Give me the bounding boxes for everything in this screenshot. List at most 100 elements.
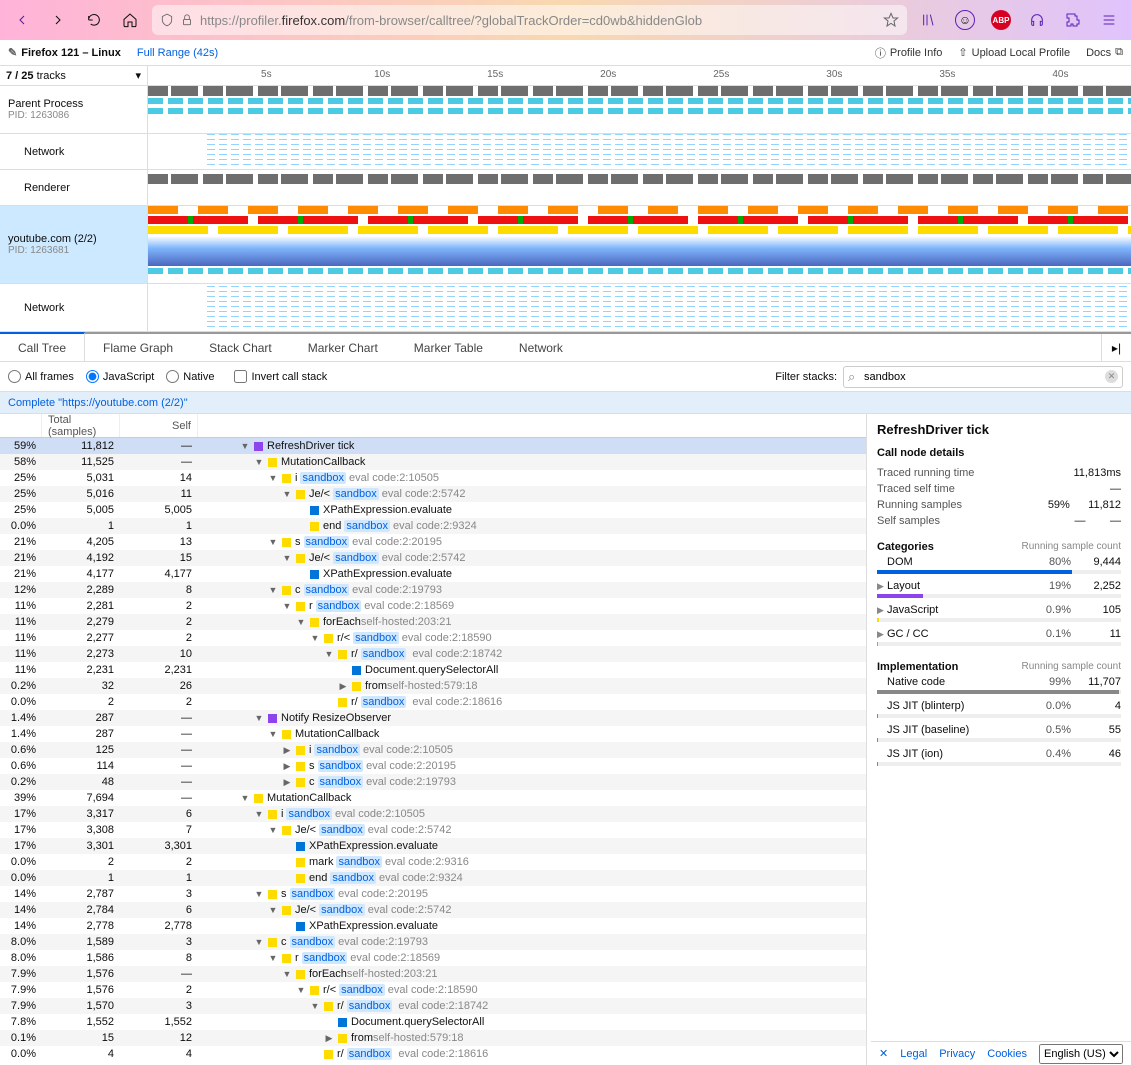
calltree-row[interactable]: 0.2%3226▶from self-hosted:579:18: [0, 678, 866, 694]
calltree-row[interactable]: 39%7,694—▼MutationCallback: [0, 790, 866, 806]
external-link-icon: ⧉: [1115, 46, 1123, 59]
calltree-row[interactable]: 0.1%1512▶from self-hosted:579:18: [0, 1030, 866, 1046]
calltree-row[interactable]: 11%2,2312,231Document.querySelectorAll: [0, 662, 866, 678]
menu-icon[interactable]: [1095, 6, 1123, 34]
library-icon[interactable]: [915, 6, 943, 34]
home-button[interactable]: [116, 6, 144, 34]
track-row[interactable]: Network: [0, 284, 1131, 332]
sidebar-toggle[interactable]: ▸|: [1101, 334, 1131, 361]
url-bar[interactable]: https://profiler.firefox.com/from-browse…: [152, 5, 907, 35]
calltree-row[interactable]: 21%4,20513▼ssandbox eval code:2:20195: [0, 534, 866, 550]
check-invert[interactable]: Invert call stack: [234, 370, 327, 383]
track-viz[interactable]: [148, 284, 1131, 331]
back-button[interactable]: [8, 6, 36, 34]
tab-marker-table[interactable]: Marker Table: [396, 334, 501, 361]
calltree-row[interactable]: 17%3,3087▼Je/<sandbox eval code:2:5742: [0, 822, 866, 838]
track-label[interactable]: Parent ProcessPID: 1263086: [0, 86, 148, 133]
tab-network[interactable]: Network: [501, 334, 581, 361]
upload-button[interactable]: ⇧Upload Local Profile: [958, 46, 1070, 59]
calltree-row[interactable]: 0.2%48—▶csandbox eval code:2:19793: [0, 774, 866, 790]
col-total[interactable]: Total (samples): [42, 414, 120, 437]
calltree-row[interactable]: 0.0%22r/sandbox eval code:2:18616: [0, 694, 866, 710]
calltree-row[interactable]: 11%2,27310▼r/sandbox eval code:2:18742: [0, 646, 866, 662]
calltree-row[interactable]: 14%2,7873▼ssandbox eval code:2:20195: [0, 886, 866, 902]
headphones-icon[interactable]: [1023, 6, 1051, 34]
category-row[interactable]: DOM80%9,444: [877, 553, 1121, 577]
time-axis[interactable]: 5s10s15s20s25s30s35s40s: [148, 66, 1131, 85]
radio-javascript[interactable]: JavaScript: [86, 370, 154, 383]
track-label[interactable]: Renderer: [0, 170, 148, 205]
calltree-row[interactable]: 7.9%1,576—▼forEach self-hosted:203:21: [0, 966, 866, 982]
calltree-row[interactable]: 25%5,01611▼Je/<sandbox eval code:2:5742: [0, 486, 866, 502]
track-row[interactable]: Renderer: [0, 170, 1131, 206]
calltree-row[interactable]: 0.6%125—▶isandbox eval code:2:10505: [0, 742, 866, 758]
lang-select[interactable]: English (US): [1039, 1044, 1123, 1064]
track-label[interactable]: youtube.com (2/2)PID: 1263681: [0, 206, 148, 283]
calltree-row[interactable]: 11%2,2772▼r/<sandbox eval code:2:18590: [0, 630, 866, 646]
calltree-row[interactable]: 25%5,0055,005XPathExpression.evaluate: [0, 502, 866, 518]
forward-button[interactable]: [44, 6, 72, 34]
star-icon[interactable]: [883, 12, 899, 28]
track-viz[interactable]: [148, 86, 1131, 133]
calltree-row[interactable]: 1.4%287—▼MutationCallback: [0, 726, 866, 742]
category-row[interactable]: ▶GC / CC0.1%11: [877, 625, 1121, 649]
calltree-row[interactable]: 8.0%1,5893▼csandbox eval code:2:19793: [0, 934, 866, 950]
complete-bar[interactable]: Complete "https://youtube.com (2/2)": [0, 392, 1131, 414]
calltree-row[interactable]: 7.9%1,5703▼r/sandbox eval code:2:18742: [0, 998, 866, 1014]
reload-button[interactable]: [80, 6, 108, 34]
calltree-body[interactable]: 59%11,812—▼RefreshDriver tick58%11,525—▼…: [0, 438, 866, 1065]
cookies-link[interactable]: Cookies: [987, 1048, 1027, 1060]
calltree-row[interactable]: 0.0%11endsandbox eval code:2:9324: [0, 518, 866, 534]
calltree-row[interactable]: 7.8%1,5521,552Document.querySelectorAll: [0, 1014, 866, 1030]
tab-stack-chart[interactable]: Stack Chart: [191, 334, 290, 361]
calltree-row[interactable]: 17%3,3176▼isandbox eval code:2:10505: [0, 806, 866, 822]
profile-info-button[interactable]: ⓘProfile Info: [875, 45, 943, 61]
radio-all-frames[interactable]: All frames: [8, 370, 74, 383]
calltree-header: Total (samples) Self: [0, 414, 866, 438]
abp-icon[interactable]: ABP: [987, 6, 1015, 34]
calltree-row[interactable]: 21%4,1774,177XPathExpression.evaluate: [0, 566, 866, 582]
col-self[interactable]: Self: [120, 414, 198, 437]
range-link[interactable]: Full Range (42s): [137, 47, 218, 59]
category-row[interactable]: ▶JavaScript0.9%105: [877, 601, 1121, 625]
calltree-row[interactable]: 14%2,7782,778XPathExpression.evaluate: [0, 918, 866, 934]
category-row[interactable]: ▶Layout19%2,252: [877, 577, 1121, 601]
calltree-row[interactable]: 11%2,2812▼rsandbox eval code:2:18569: [0, 598, 866, 614]
track-row[interactable]: Parent ProcessPID: 1263086: [0, 86, 1131, 134]
track-row[interactable]: Network: [0, 134, 1131, 170]
filter-input[interactable]: [843, 366, 1123, 388]
track-label[interactable]: Network: [0, 134, 148, 169]
footer-close[interactable]: ✕: [879, 1047, 888, 1060]
calltree-row[interactable]: 0.0%44r/sandbox eval code:2:18616: [0, 1046, 866, 1062]
calltree-row[interactable]: 58%11,525—▼MutationCallback: [0, 454, 866, 470]
calltree-row[interactable]: 0.6%114—▶ssandbox eval code:2:20195: [0, 758, 866, 774]
privacy-link[interactable]: Privacy: [939, 1048, 975, 1060]
calltree-row[interactable]: 7.9%1,5762▼r/<sandbox eval code:2:18590: [0, 982, 866, 998]
track-viz[interactable]: [148, 134, 1131, 169]
calltree-row[interactable]: 25%5,03114▼isandbox eval code:2:10505: [0, 470, 866, 486]
pencil-icon[interactable]: ✎: [8, 46, 17, 59]
tab-flame-graph[interactable]: Flame Graph: [85, 334, 191, 361]
calltree-row[interactable]: 0.0%11endsandbox eval code:2:9324: [0, 870, 866, 886]
track-row[interactable]: youtube.com (2/2)PID: 1263681: [0, 206, 1131, 284]
track-viz[interactable]: [148, 170, 1131, 205]
radio-native[interactable]: Native: [166, 370, 214, 383]
tab-call-tree[interactable]: Call Tree: [0, 332, 85, 361]
calltree-row[interactable]: 1.4%287—▼Notify ResizeObserver: [0, 710, 866, 726]
account-icon[interactable]: ☺: [951, 6, 979, 34]
tab-marker-chart[interactable]: Marker Chart: [290, 334, 396, 361]
calltree-row[interactable]: 17%3,3013,301XPathExpression.evaluate: [0, 838, 866, 854]
tracks-select[interactable]: 7 / 25 tracks▾: [0, 66, 148, 85]
track-viz[interactable]: [148, 206, 1131, 283]
legal-link[interactable]: Legal: [900, 1048, 927, 1060]
extensions-icon[interactable]: [1059, 6, 1087, 34]
calltree-row[interactable]: 8.0%1,5868▼rsandbox eval code:2:18569: [0, 950, 866, 966]
calltree-row[interactable]: 21%4,19215▼Je/<sandbox eval code:2:5742: [0, 550, 866, 566]
calltree-row[interactable]: 11%2,2792▼forEach self-hosted:203:21: [0, 614, 866, 630]
calltree-row[interactable]: 12%2,2898▼csandbox eval code:2:19793: [0, 582, 866, 598]
calltree-row[interactable]: 0.0%22marksandbox eval code:2:9316: [0, 854, 866, 870]
calltree-row[interactable]: 59%11,812—▼RefreshDriver tick: [0, 438, 866, 454]
calltree-row[interactable]: 14%2,7846▼Je/<sandbox eval code:2:5742: [0, 902, 866, 918]
docs-link[interactable]: Docs ⧉: [1086, 46, 1123, 59]
track-label[interactable]: Network: [0, 284, 148, 331]
